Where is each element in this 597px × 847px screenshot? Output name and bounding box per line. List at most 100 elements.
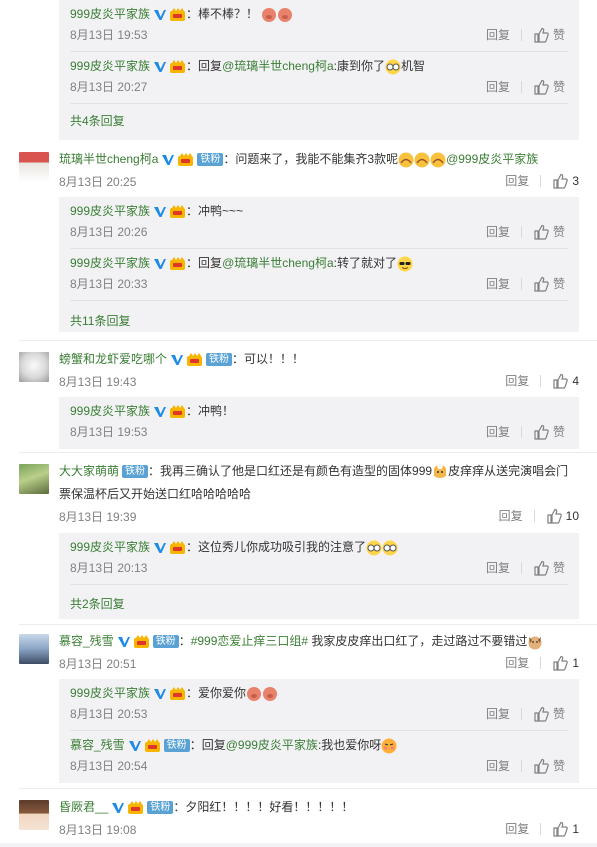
- reply-button[interactable]: 回复: [505, 372, 529, 389]
- avatar[interactable]: [19, 152, 49, 182]
- reply-box-top: 999皮炎平家族 ：棒不棒？！ 8月13日 19:53 回复 赞 999皮炎平家族…: [59, 0, 579, 140]
- comment-time: 8月13日 19:43: [59, 375, 137, 389]
- reply-author[interactable]: 999皮炎平家族: [70, 404, 150, 418]
- reply-actions: 回复 赞: [486, 223, 565, 240]
- thumb-up-icon[interactable]: [533, 276, 549, 292]
- reply-author[interactable]: 慕容_残雪: [70, 738, 125, 752]
- reply-time: 8月13日 20:54: [70, 759, 148, 773]
- thumb-up-icon[interactable]: [552, 373, 568, 389]
- reply-author[interactable]: 999皮炎平家族: [70, 7, 150, 21]
- reply-button[interactable]: 回复: [505, 172, 529, 189]
- comment-actions: 回复 1: [505, 820, 579, 837]
- comment-actions: 回复 3: [505, 172, 579, 189]
- blue-v-icon: [153, 8, 167, 22]
- fan-badge: 铁粉: [122, 465, 149, 479]
- thumb-up-icon[interactable]: [533, 424, 549, 440]
- thumb-up-icon[interactable]: [552, 173, 568, 189]
- thumb-up-icon[interactable]: [552, 655, 568, 671]
- pig-emoji: [246, 686, 262, 702]
- comment-author[interactable]: 螃蟹和龙虾爱吃哪个: [59, 352, 167, 366]
- divider: [520, 277, 522, 290]
- more-replies-link[interactable]: 共2条回复: [70, 595, 125, 612]
- reply-actions: 回复 赞: [486, 26, 565, 43]
- comment-author[interactable]: 昏厥君__: [59, 800, 108, 814]
- reply-button[interactable]: 回复: [486, 275, 510, 292]
- divider: [520, 759, 522, 772]
- comment-author[interactable]: 琉璃半世cheng柯a: [59, 152, 158, 166]
- reply-author[interactable]: 999皮炎平家族: [70, 59, 150, 73]
- like-count[interactable]: 1: [572, 656, 579, 670]
- reply-button[interactable]: 回复: [486, 223, 510, 240]
- reply-button[interactable]: 回复: [486, 757, 510, 774]
- reply-button[interactable]: 回复: [505, 820, 529, 837]
- comment-item: 大大家萌萌 铁粉 ：我再三确认了他是口红还是有颜色有造型的固体999 皮痒痒从送完演唱…: [0, 460, 597, 625]
- reply-box: 999皮炎平家族 ：冲鸭~~~ 8月13日 20:26 回复 赞 999皮炎平家族…: [59, 197, 579, 332]
- like-button[interactable]: 赞: [553, 275, 565, 292]
- like-button[interactable]: 赞: [553, 423, 565, 440]
- like-button[interactable]: 赞: [553, 78, 565, 95]
- more-replies-link[interactable]: 共4条回复: [70, 112, 125, 129]
- reply-button[interactable]: 回复: [486, 78, 510, 95]
- glasses-emoji: [385, 59, 401, 75]
- reply-author[interactable]: 999皮炎平家族: [70, 540, 150, 554]
- blue-v-icon: [111, 801, 125, 815]
- reply-text-2: 机智: [400, 59, 425, 73]
- more-replies-link[interactable]: 共11条回复: [70, 312, 130, 329]
- comment-author[interactable]: 大大家萌萌: [59, 464, 119, 478]
- bottom-edge: [0, 843, 597, 847]
- like-count[interactable]: 10: [566, 509, 579, 523]
- reply-button[interactable]: 回复: [499, 507, 523, 524]
- like-count[interactable]: 1: [572, 822, 579, 836]
- avatar[interactable]: [19, 352, 49, 382]
- reply-item: 慕容_残雪 铁粉 ：回复@999皮炎平家族:我也爱你呀 8月13日 20:54 回复…: [70, 738, 565, 774]
- mention-link[interactable]: @999皮炎平家族: [446, 152, 538, 166]
- reply-button[interactable]: 回复: [486, 423, 510, 440]
- like-button[interactable]: 赞: [553, 223, 565, 240]
- thumb-up-icon[interactable]: [533, 706, 549, 722]
- dog-emoji: [527, 634, 543, 650]
- like-count[interactable]: 4: [572, 374, 579, 388]
- divider: [70, 584, 568, 585]
- reply-author[interactable]: 999皮炎平家族: [70, 204, 150, 218]
- hashtag-link[interactable]: #999恋爱止痒三口组#: [191, 634, 308, 648]
- mention-link[interactable]: @琉璃半世cheng柯a: [222, 256, 334, 270]
- reply-box: 999皮炎平家族 ：爱你爱你 8月13日 20:53 回复 赞 慕容_残雪 铁粉 ：回…: [59, 679, 579, 783]
- like-button[interactable]: 赞: [553, 705, 565, 722]
- thumb-up-icon[interactable]: [533, 27, 549, 43]
- reply-box: 999皮炎平家族 ：这位秀儿你成功吸引我的注意了 8月13日 20:13 回复 赞…: [59, 533, 579, 619]
- comment-author[interactable]: 慕容_残雪: [59, 634, 114, 648]
- divider: [19, 340, 597, 341]
- like-button[interactable]: 赞: [553, 559, 565, 576]
- reply-actions: 回复 赞: [486, 78, 565, 95]
- mention-link[interactable]: @琉璃半世cheng柯a: [222, 59, 334, 73]
- divider: [70, 300, 568, 301]
- thumb-up-icon[interactable]: [533, 224, 549, 240]
- like-button[interactable]: 赞: [553, 757, 565, 774]
- avatar[interactable]: [19, 800, 49, 830]
- thumb-up-icon[interactable]: [533, 560, 549, 576]
- thumb-up-icon[interactable]: [552, 821, 568, 837]
- mention-link[interactable]: @999皮炎平家族: [226, 738, 318, 752]
- divider: [520, 80, 522, 93]
- crown-level-icon: [186, 353, 203, 367]
- reply-actions: 回复 赞: [486, 705, 565, 722]
- avatar[interactable]: [19, 634, 49, 664]
- divider: [520, 707, 522, 720]
- thumb-up-icon[interactable]: [546, 508, 562, 524]
- thumb-up-icon[interactable]: [533, 79, 549, 95]
- comment-actions: 回复 4: [505, 372, 579, 389]
- avatar[interactable]: [19, 464, 49, 494]
- like-count[interactable]: 3: [572, 174, 579, 188]
- comment-text-b: 皮痒痒从送完演唱会门: [448, 464, 569, 478]
- reply-button[interactable]: 回复: [486, 705, 510, 722]
- reply-button[interactable]: 回复: [486, 559, 510, 576]
- reply-item: 999皮炎平家族 ：冲鸭~~~ 8月13日 20:26 回复 赞: [59, 197, 579, 249]
- like-button[interactable]: 赞: [553, 26, 565, 43]
- shy-emoji: [381, 738, 397, 754]
- reply-author[interactable]: 999皮炎平家族: [70, 256, 150, 270]
- comment-item: 昏厥君__ 铁粉 ：夕阳红！！！！好看！！！！！ 8月13日 19:08 回复 1: [0, 796, 597, 846]
- reply-button[interactable]: 回复: [486, 26, 510, 43]
- reply-author[interactable]: 999皮炎平家族: [70, 686, 150, 700]
- thumb-up-icon[interactable]: [533, 758, 549, 774]
- reply-button[interactable]: 回复: [505, 654, 529, 671]
